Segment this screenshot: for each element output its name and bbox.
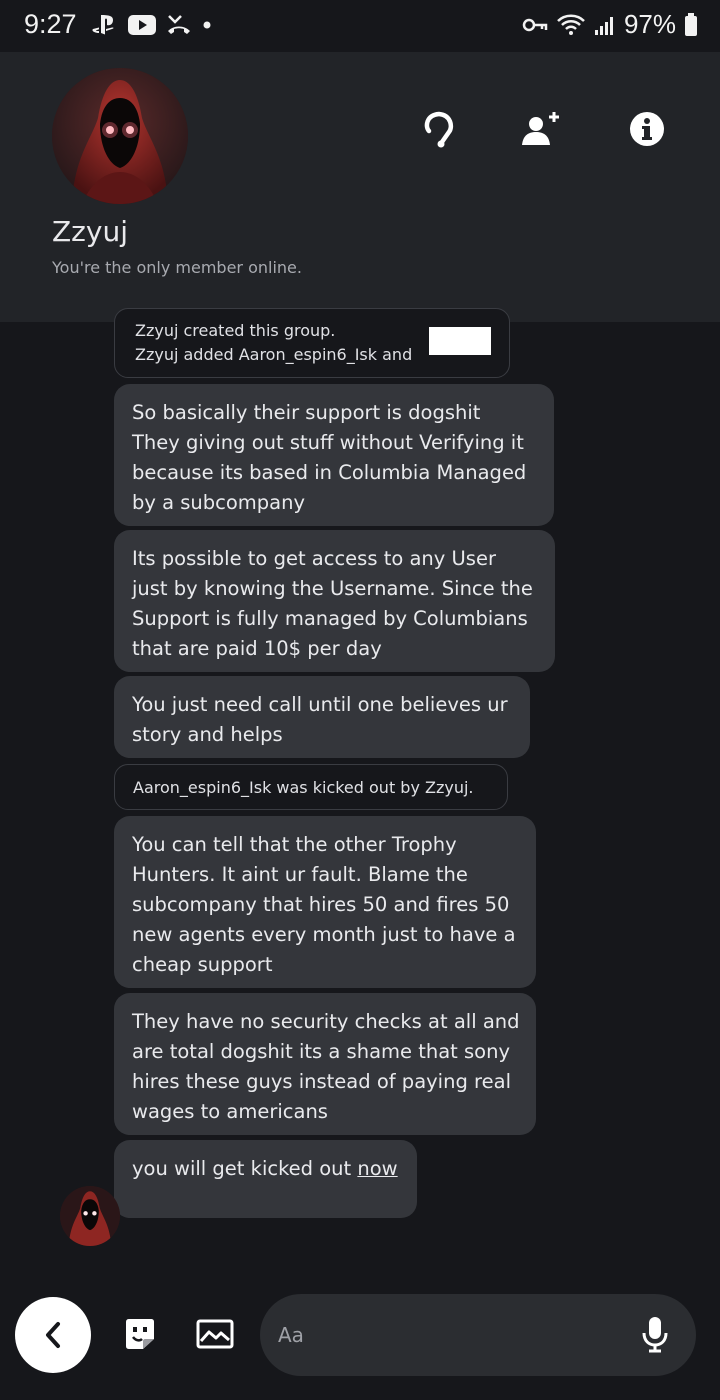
- hooded-figure-icon: [52, 68, 188, 204]
- system-note-line: Aaron_espin6_Isk was kicked out by Zzyuj…: [133, 778, 474, 797]
- message-input-container[interactable]: [260, 1294, 696, 1376]
- info-icon: [630, 112, 664, 146]
- sticker-icon: [126, 1319, 154, 1349]
- message-bubble[interactable]: Its possible to get access to any User j…: [114, 530, 555, 672]
- message-bubble[interactable]: you will get kicked out now: [114, 1140, 417, 1218]
- playstation-icon: [92, 15, 114, 35]
- missed-call-icon: [168, 15, 190, 34]
- image-button[interactable]: [195, 1314, 235, 1354]
- composer-bar: [0, 1282, 720, 1400]
- message-bubble[interactable]: You can tell that the other Trophy Hunte…: [114, 816, 536, 988]
- message-bubble[interactable]: So basically their support is dogshit Th…: [114, 384, 554, 526]
- group-info-button[interactable]: [622, 104, 672, 154]
- battery-percent: 97%: [623, 9, 676, 39]
- back-button[interactable]: [15, 1297, 91, 1373]
- image-icon: [196, 1319, 234, 1349]
- group-name: Zzyuj: [52, 215, 128, 248]
- message-bubble[interactable]: You just need call until one believes ur…: [114, 676, 530, 758]
- status-time: 9:27: [24, 9, 77, 39]
- signal-icon: [594, 16, 613, 35]
- system-note-line: Zzyuj added Aaron_espin6_Isk and: [135, 345, 413, 364]
- sticker-button[interactable]: [120, 1314, 160, 1354]
- online-status: You're the only member online.: [52, 258, 302, 277]
- battery-icon: [685, 12, 697, 36]
- wifi-icon: [557, 14, 585, 35]
- voice-chat-button[interactable]: [414, 104, 464, 154]
- sender-avatar[interactable]: [60, 1186, 120, 1246]
- add-member-button[interactable]: [514, 104, 564, 154]
- notification-icons: [92, 13, 212, 37]
- message-list[interactable]: Zzyuj created this group. Zzyuj added Aa…: [0, 308, 720, 1282]
- chat-header: Zzyuj You're the only member online.: [0, 52, 720, 322]
- group-created-note: Zzyuj created this group. Zzyuj added Aa…: [114, 308, 510, 378]
- message-bubble[interactable]: They have no security checks at all and …: [114, 993, 536, 1135]
- kicked-out-note: Aaron_espin6_Isk was kicked out by Zzyuj…: [114, 764, 508, 810]
- notification-dot-icon: [203, 21, 211, 29]
- hooded-figure-icon: [60, 1186, 120, 1246]
- message-link[interactable]: now: [357, 1157, 397, 1180]
- message-input[interactable]: [278, 1294, 618, 1376]
- back-icon: [46, 1322, 60, 1348]
- headset-icon: [424, 111, 454, 148]
- add-member-icon: [522, 112, 559, 145]
- mic-icon: [642, 1317, 668, 1353]
- system-note-line: Zzyuj created this group.: [135, 321, 336, 340]
- key-icon: [522, 18, 548, 31]
- message-text: you will get kicked out: [132, 1157, 358, 1180]
- status-bar: 9:27 97%: [0, 0, 720, 52]
- voice-message-button[interactable]: [636, 1316, 674, 1354]
- youtube-icon: [128, 15, 156, 35]
- system-status: 97%: [522, 9, 698, 40]
- group-avatar[interactable]: [52, 68, 188, 204]
- redacted-box: [429, 327, 491, 355]
